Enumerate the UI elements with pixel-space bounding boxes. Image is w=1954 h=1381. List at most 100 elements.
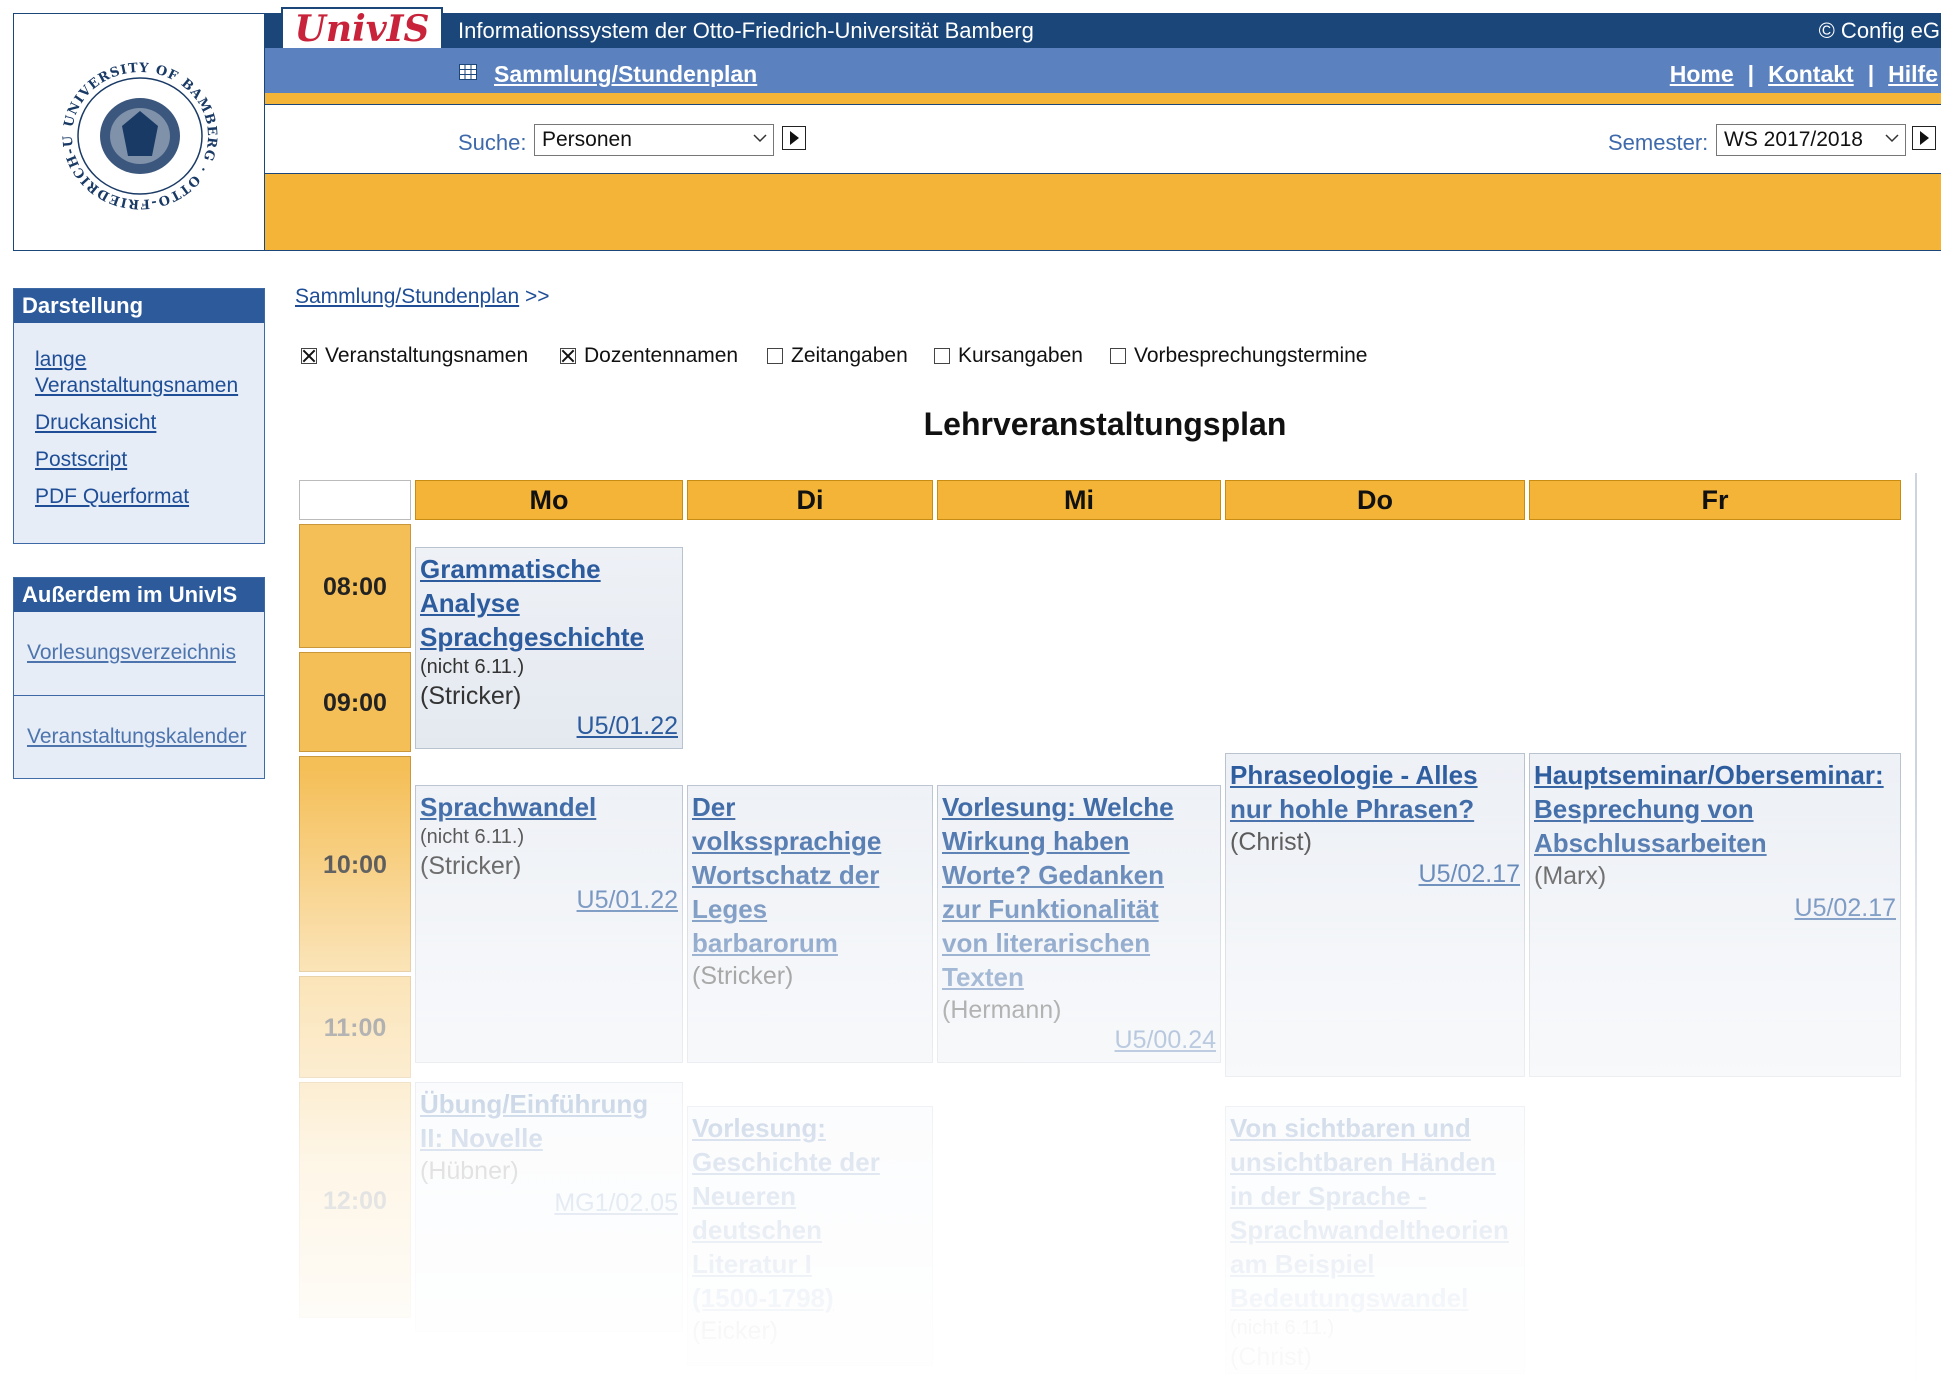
course-note: (nicht 6.11.): [1230, 1317, 1335, 1339]
contact-link[interactable]: Kontakt: [1768, 61, 1854, 87]
course-title-line: Vorlesung:: [692, 1113, 826, 1143]
course-room-link[interactable]: U5/00.24: [1115, 1026, 1216, 1055]
course-title-line: II: Novelle: [420, 1123, 543, 1153]
option-label: Vorbesprechungstermine: [1134, 344, 1368, 367]
course-title-line: Analyse: [420, 588, 520, 618]
sidebar-item-print-view[interactable]: Druckansicht: [35, 410, 264, 436]
course-title-line: Texten: [942, 962, 1024, 992]
course-lecturer: (Stricker): [420, 852, 522, 880]
semester-select[interactable]: WS 2017/2018: [1716, 124, 1906, 156]
course-title-link[interactable]: Übung/Einführung II: Novelle: [420, 1087, 678, 1155]
chevron-down-icon: [1885, 134, 1899, 143]
course-title-line: Phraseologie - Alles: [1230, 760, 1478, 790]
course-lecturer: (Eicker): [692, 1317, 779, 1345]
search-go-button[interactable]: [782, 126, 806, 150]
search-category-select[interactable]: Personen: [534, 124, 774, 156]
course-block[interactable]: Vorlesung: Geschichte der Neueren deutsc…: [687, 1106, 933, 1366]
course-lecturer: (Hermann): [942, 996, 1062, 1024]
option-course-info[interactable]: Kursangaben: [934, 344, 1083, 368]
option-preliminary-meetings[interactable]: Vorbesprechungstermine: [1110, 344, 1367, 368]
sidebar-darstellung: Darstellung lange Veranstaltungsnamen Dr…: [13, 288, 265, 544]
sidebar-item-label: lange: [35, 348, 87, 371]
home-link[interactable]: Home: [1670, 61, 1734, 87]
sidebar-item-course-catalog[interactable]: Vorlesungsverzeichnis: [27, 612, 264, 666]
header-orange-band: [265, 173, 1941, 251]
header-nav-links: Home | Kontakt | Hilfe: [1670, 61, 1938, 88]
search-label: Suche:: [458, 130, 527, 155]
nav-separator: |: [1867, 61, 1875, 87]
checkbox-unchecked[interactable]: [934, 348, 950, 364]
course-block[interactable]: Hauptseminar/Oberseminar: Besprechung vo…: [1529, 753, 1901, 1077]
option-course-names[interactable]: Veranstaltungsnamen: [301, 344, 528, 368]
day-header-fr: Fr: [1529, 480, 1901, 520]
semester-select-value: WS 2017/2018: [1724, 128, 1863, 151]
course-room-link[interactable]: U5/01.22: [577, 712, 678, 741]
sidebar-item-long-names[interactable]: lange Veranstaltungsnamen: [35, 347, 264, 399]
course-block[interactable]: Sprachwandel (nicht 6.11.) (Stricker) U5…: [415, 785, 683, 1063]
course-title-link[interactable]: Grammatische Analyse Sprachgeschichte: [420, 552, 678, 654]
play-arrow-icon: [1920, 131, 1929, 145]
course-note: (nicht 6.11.): [420, 656, 525, 678]
semester-label: Semester:: [1608, 130, 1709, 155]
time-slot-1200: 12:00: [299, 1082, 411, 1318]
course-title-link[interactable]: Sprachwandel: [420, 790, 678, 824]
breadcrumb-link[interactable]: Sammlung/Stundenplan: [295, 285, 519, 308]
header-breadcrumb-link[interactable]: Sammlung/Stundenplan: [494, 61, 757, 88]
option-time-info[interactable]: Zeitangaben: [767, 344, 908, 368]
course-title-link[interactable]: Phraseologie - Alles nur hohle Phrasen?: [1230, 758, 1520, 826]
time-slot-0800: 08:00: [299, 524, 411, 648]
sidebar-section: Vorlesungsverzeichnis: [14, 612, 264, 696]
course-block[interactable]: Phraseologie - Alles nur hohle Phrasen? …: [1225, 753, 1525, 1077]
breadcrumb-suffix: >>: [525, 285, 550, 308]
course-room-link[interactable]: U5/02.17: [1795, 894, 1896, 923]
checkbox-checked[interactable]: [560, 348, 576, 364]
option-label: Dozentennamen: [584, 344, 739, 367]
option-label: Kursangaben: [958, 344, 1083, 367]
play-arrow-icon: [790, 131, 799, 145]
sidebar-item-postscript[interactable]: Postscript: [35, 447, 264, 473]
sidebar-item-pdf-landscape[interactable]: PDF Querformat: [35, 484, 264, 510]
option-lecturer-names[interactable]: Dozentennamen: [560, 344, 738, 368]
course-block[interactable]: Der volkssprachige Wortschatz der Leges …: [687, 785, 933, 1063]
nav-separator: |: [1747, 61, 1755, 87]
course-title-link[interactable]: Hauptseminar/Oberseminar: Besprechung vo…: [1534, 758, 1896, 860]
page-title: Lehrveranstaltungsplan: [923, 406, 1287, 442]
search-select-value: Personen: [542, 128, 632, 151]
course-room-link[interactable]: U5/01.22: [577, 886, 678, 915]
course-block[interactable]: Von sichtbaren und unsichtbaren Händen i…: [1225, 1106, 1525, 1374]
university-seal-icon: UNIVERSITY OF BAMBERG · OTTO-FRIEDRICH-U…: [52, 56, 218, 211]
copyright-text: © Config eG: [1818, 18, 1940, 43]
checkbox-checked[interactable]: [301, 348, 317, 364]
option-label: Zeitangaben: [791, 344, 908, 367]
course-room-link[interactable]: U5/02.17: [1419, 860, 1520, 889]
day-header-mo: Mo: [415, 480, 683, 520]
course-note: (nicht 6.11.): [420, 826, 525, 848]
course-block[interactable]: Übung/Einführung II: Novelle (Hübner) MG…: [415, 1082, 683, 1332]
course-title-link[interactable]: Vorlesung: Welche Wirkung haben Worte? G…: [942, 790, 1216, 994]
course-lecturer: (Marx): [1534, 862, 1607, 890]
course-title-link[interactable]: Vorlesung: Geschichte der Neueren deutsc…: [692, 1111, 928, 1315]
course-title-line: volkssprachige: [692, 826, 882, 856]
univis-logo[interactable]: UnivIS: [281, 7, 443, 51]
course-title-line: nur hohle Phrasen?: [1230, 794, 1475, 824]
sidebar-item-event-calendar[interactable]: Veranstaltungskalender: [27, 696, 264, 750]
course-room-link[interactable]: MG1/02.05: [554, 1189, 678, 1218]
semester-go-button[interactable]: [1912, 126, 1936, 150]
checkbox-unchecked[interactable]: [767, 348, 783, 364]
calendar-grid-icon: [459, 64, 477, 80]
course-title-link[interactable]: Von sichtbaren und unsichtbaren Händen i…: [1230, 1111, 1520, 1315]
checkbox-unchecked[interactable]: [1110, 348, 1126, 364]
sidebar-ausserdem: Außerdem im UnivIS Vorlesungsverzeichnis…: [13, 577, 265, 779]
help-link[interactable]: Hilfe: [1888, 61, 1938, 87]
day-header-mi: Mi: [937, 480, 1221, 520]
course-title-line: Besprechung von: [1534, 794, 1754, 824]
time-slot-0900: 09:00: [299, 652, 411, 752]
day-header-di: Di: [687, 480, 933, 520]
course-title-line: barbarorum: [692, 928, 838, 958]
sidebar-section: Veranstaltungskalender: [14, 696, 264, 780]
course-title-line: Wirkung haben: [942, 826, 1130, 856]
course-block[interactable]: Vorlesung: Welche Wirkung haben Worte? G…: [937, 785, 1221, 1063]
course-title-line: unsichtbaren Händen: [1230, 1147, 1496, 1177]
course-block[interactable]: Grammatische Analyse Sprachgeschichte (n…: [415, 547, 683, 749]
course-title-link[interactable]: Der volkssprachige Wortschatz der Leges …: [692, 790, 928, 960]
